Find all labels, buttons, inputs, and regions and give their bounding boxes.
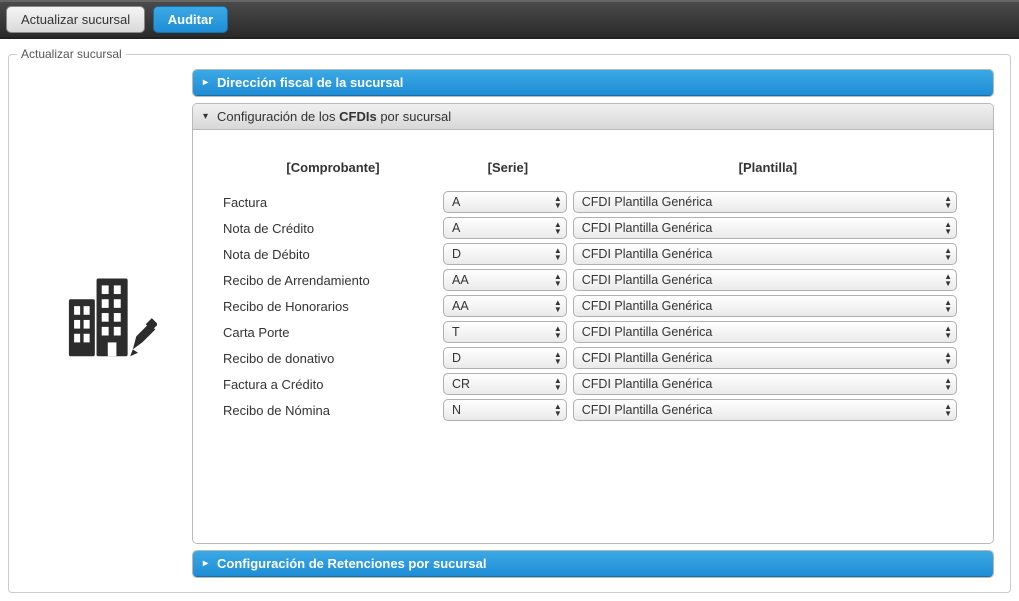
select-arrows-icon: ▲▼ <box>554 299 562 313</box>
comprobante-label: Recibo de donativo <box>223 345 443 371</box>
serie-select[interactable]: CR▲▼ <box>443 373 567 395</box>
caret-right-icon: ▸ <box>203 77 213 88</box>
plantilla-select[interactable]: CFDI Plantilla Genérica▲▼ <box>573 321 957 343</box>
plantilla-select[interactable]: CFDI Plantilla Genérica▲▼ <box>573 399 957 421</box>
table-row: Nota de DébitoD▲▼ CFDI Plantilla Genérica… <box>223 241 963 267</box>
comprobante-label: Carta Porte <box>223 319 443 345</box>
select-arrows-icon: ▲▼ <box>554 325 562 339</box>
table-row: Recibo de HonorariosAA▲▼ CFDI Plantilla G… <box>223 293 963 319</box>
serie-select[interactable]: D▲▼ <box>443 243 567 265</box>
table-row: FacturaA▲▼ CFDI Plantilla Genérica▲▼ <box>223 189 963 215</box>
comprobante-label: Factura a Crédito <box>223 371 443 397</box>
plantilla-select[interactable]: CFDI Plantilla Genérica▲▼ <box>573 217 957 239</box>
table-row: Factura a CréditoCR▲▼ CFDI Plantilla Gené… <box>223 371 963 397</box>
select-arrows-icon: ▲▼ <box>554 195 562 209</box>
main-fieldset: Actualizar sucursal <box>8 47 1011 593</box>
panel-title-direccion: Dirección fiscal de la sucursal <box>217 75 403 90</box>
comprobante-label: Factura <box>223 189 443 215</box>
select-arrows-icon: ▲▼ <box>554 403 562 417</box>
cfdi-table: [Comprobante] [Serie] [Plantilla] Factur… <box>223 160 963 423</box>
tab-auditar[interactable]: Auditar <box>153 6 229 33</box>
comprobante-label: Recibo de Honorarios <box>223 293 443 319</box>
table-row: Recibo de donativoD▲▼ CFDI Plantilla Gené… <box>223 345 963 371</box>
table-row: Carta PorteT▲▼ CFDI Plantilla Genérica▲▼ <box>223 319 963 345</box>
select-arrows-icon: ▲▼ <box>554 247 562 261</box>
select-arrows-icon: ▲▼ <box>944 273 952 287</box>
top-tab-bar: Actualizar sucursal Auditar <box>0 0 1019 39</box>
select-arrows-icon: ▲▼ <box>554 351 562 365</box>
serie-select[interactable]: N▲▼ <box>443 399 567 421</box>
serie-select[interactable]: AA▲▼ <box>443 269 567 291</box>
table-row: Recibo de NóminaN▲▼ CFDI Plantilla Genéri… <box>223 397 963 423</box>
plantilla-select[interactable]: CFDI Plantilla Genérica▲▼ <box>573 191 957 213</box>
panel-header-direccion[interactable]: ▸ Dirección fiscal de la sucursal <box>193 70 993 96</box>
col-header-serie: [Serie] <box>443 160 573 189</box>
plantilla-select[interactable]: CFDI Plantilla Genérica▲▼ <box>573 243 957 265</box>
panel-cfdi: ▾ Configuración de los CFDIs por sucursa… <box>192 103 994 544</box>
col-header-comprobante: [Comprobante] <box>223 160 443 189</box>
select-arrows-icon: ▲▼ <box>944 403 952 417</box>
panel-body-cfdi: [Comprobante] [Serie] [Plantilla] Factur… <box>193 130 993 543</box>
comprobante-label: Recibo de Arrendamiento <box>223 267 443 293</box>
serie-select[interactable]: AA▲▼ <box>443 295 567 317</box>
plantilla-select[interactable]: CFDI Plantilla Genérica▲▼ <box>573 373 957 395</box>
table-row: Recibo de ArrendamientoAA▲▼ CFDI Plantill… <box>223 267 963 293</box>
select-arrows-icon: ▲▼ <box>554 377 562 391</box>
select-arrows-icon: ▲▼ <box>944 299 952 313</box>
select-arrows-icon: ▲▼ <box>944 247 952 261</box>
select-arrows-icon: ▲▼ <box>944 221 952 235</box>
plantilla-select[interactable]: CFDI Plantilla Genérica▲▼ <box>573 269 957 291</box>
comprobante-label: Nota de Crédito <box>223 215 443 241</box>
panel-title-retenciones: Configuración de Retenciones por sucursa… <box>217 556 486 571</box>
select-arrows-icon: ▲▼ <box>944 325 952 339</box>
serie-select[interactable]: D▲▼ <box>443 347 567 369</box>
serie-select[interactable]: T▲▼ <box>443 321 567 343</box>
panel-retenciones: ▸ Configuración de Retenciones por sucur… <box>192 550 994 578</box>
select-arrows-icon: ▲▼ <box>944 351 952 365</box>
comprobante-label: Nota de Débito <box>223 241 443 267</box>
col-header-plantilla: [Plantilla] <box>573 160 963 189</box>
serie-select[interactable]: A▲▼ <box>443 217 567 239</box>
comprobante-label: Recibo de Nómina <box>223 397 443 423</box>
panel-title-cfdi: Configuración de los CFDIs por sucursal <box>217 109 451 124</box>
panel-header-retenciones[interactable]: ▸ Configuración de Retenciones por sucur… <box>193 551 993 577</box>
serie-select[interactable]: A▲▼ <box>443 191 567 213</box>
panel-direccion-fiscal: ▸ Dirección fiscal de la sucursal <box>192 69 994 97</box>
select-arrows-icon: ▲▼ <box>554 273 562 287</box>
select-arrows-icon: ▲▼ <box>944 377 952 391</box>
caret-down-icon: ▾ <box>203 111 213 122</box>
building-edit-icon <box>62 352 157 367</box>
select-arrows-icon: ▲▼ <box>554 221 562 235</box>
icon-column <box>17 69 192 584</box>
select-arrows-icon: ▲▼ <box>944 195 952 209</box>
plantilla-select[interactable]: CFDI Plantilla Genérica▲▼ <box>573 347 957 369</box>
fieldset-legend: Actualizar sucursal <box>17 47 126 61</box>
caret-right-icon: ▸ <box>203 558 213 569</box>
plantilla-select[interactable]: CFDI Plantilla Genérica▲▼ <box>573 295 957 317</box>
table-row: Nota de CréditoA▲▼ CFDI Plantilla Genéric… <box>223 215 963 241</box>
panel-header-cfdi[interactable]: ▾ Configuración de los CFDIs por sucursa… <box>193 104 993 130</box>
tab-actualizar-sucursal[interactable]: Actualizar sucursal <box>6 6 145 33</box>
